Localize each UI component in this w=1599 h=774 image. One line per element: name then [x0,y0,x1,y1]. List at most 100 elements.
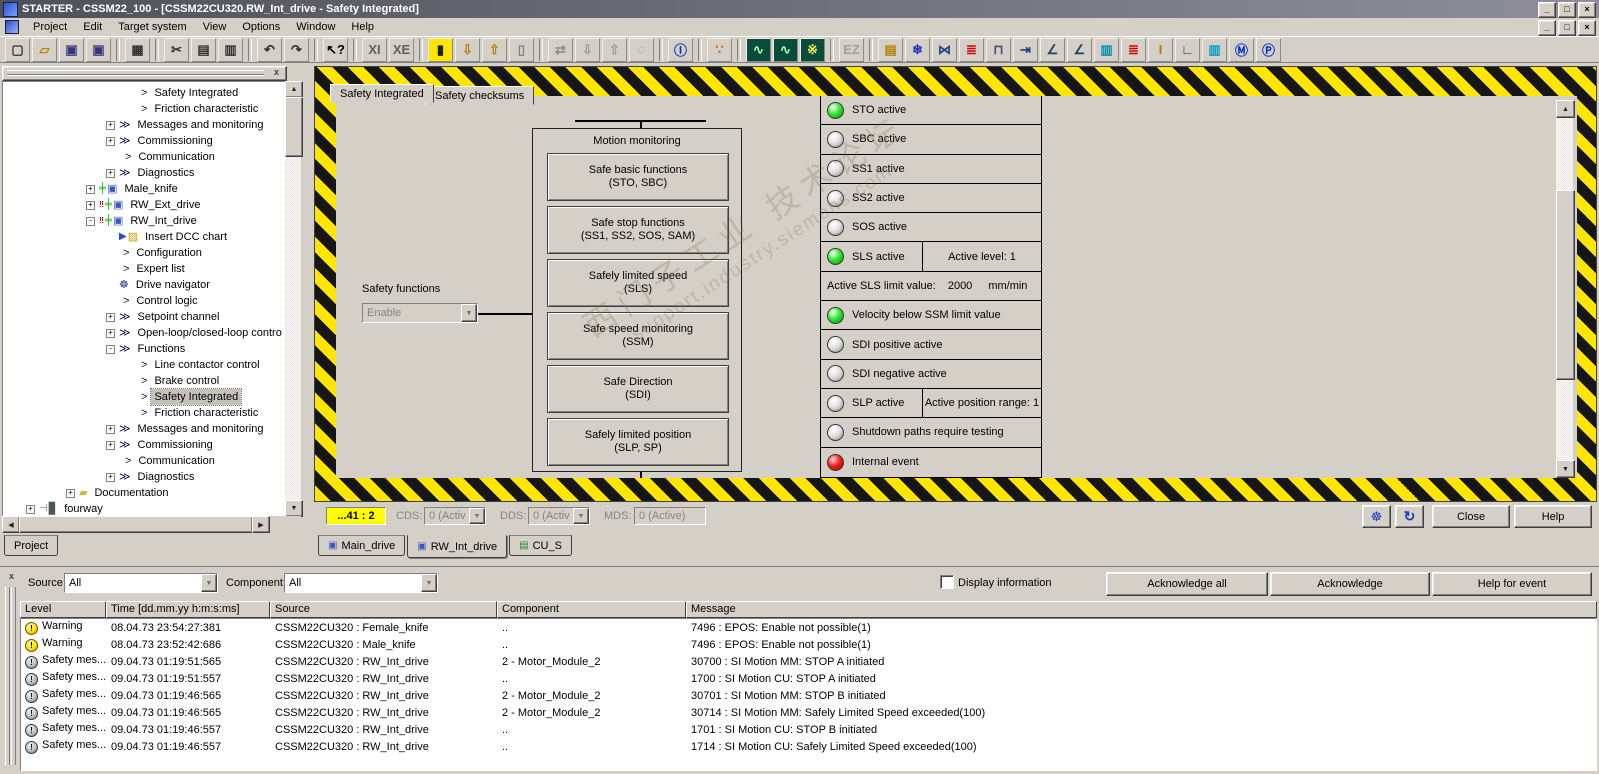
tree-item-label[interactable]: Male_knife [122,181,181,197]
tree-item[interactable]: + ╪ ▣ Male_knife [3,181,286,197]
tree-item[interactable]: > Brake control [3,373,286,389]
tree-item-label[interactable]: RW_Ext_drive [127,197,203,213]
tree-item-label[interactable]: Commissioning [135,437,216,453]
toolbar-button[interactable]: ◌ [629,37,654,62]
mdi-doc-tab[interactable]: ▣ RW_Int_drive [407,535,508,558]
tree-item-label[interactable]: Functions [135,341,189,357]
tree-item-label[interactable]: RW_Int_drive [127,213,199,229]
tree-item[interactable]: + ≫ Commissioning [3,437,286,453]
toolbar-button[interactable]: ▱ [32,37,57,62]
panel-vscroll-thumb[interactable] [1556,190,1575,380]
tree-item-label[interactable]: Communication [135,149,217,165]
toolbar-button[interactable]: Ⓜ [1229,37,1254,62]
toolbar-button[interactable]: ▥ [1202,37,1227,62]
toolbar-button[interactable]: ▯ [509,37,534,62]
tree-expander[interactable]: + [66,488,75,498]
alarm-row[interactable]: ! Safety mes... 09.04.73 01:19:46:565 CSS… [21,704,1596,721]
tree-item-label[interactable]: Drive navigator [133,277,213,293]
tree-expander[interactable]: + [106,312,115,322]
tab-safety-checksums[interactable]: Safety checksums [425,86,535,105]
tree-vscroll-thumb[interactable] [285,97,303,157]
toolbar-button[interactable]: ≣ [959,37,984,62]
tree-scroll-up-icon[interactable]: ▲ [285,81,303,98]
chevron-down-icon[interactable]: ▼ [461,304,477,322]
toolbar-button[interactable] [698,38,702,61]
display-information-checkbox[interactable] [940,575,954,589]
tree-item[interactable]: + ▰ Documentation [3,485,286,501]
cds-select[interactable]: 0 (Activ ▼ [424,507,486,525]
alarm-row[interactable]: ! Safety mes... 09.04.73 01:19:46:565 CSS… [21,687,1596,704]
tree-item[interactable]: > Configuration [3,245,286,261]
tree-item[interactable]: > Communication [3,453,286,469]
tree-item[interactable]: ☸ Drive navigator [3,277,286,293]
tree-expander[interactable]: + [86,200,95,210]
tree-item-label[interactable]: Messages and monitoring [135,421,267,437]
mdi-child-icon[interactable] [5,20,19,34]
tree-item-label[interactable]: Open-loop/closed-loop contro [135,325,285,341]
tree-item[interactable]: > Safety Integrated [3,388,286,406]
tree-item-label[interactable]: Control logic [133,293,200,309]
tree-item[interactable]: ▶ ▨ Insert DCC chart [3,229,286,245]
title-bar[interactable]: STARTER - CSSM22_100 - [CSSM22CU320.RW_I… [0,0,1599,18]
mdi-close-button[interactable]: × [1578,20,1596,36]
tree-item[interactable]: - ‼ ╪ ▣ RW_Int_drive [3,213,286,229]
tree-item-label[interactable]: Messages and monitoring [135,117,267,133]
tree-expander[interactable]: + [26,504,35,514]
tree-panel-header[interactable]: x [2,66,287,81]
dds-select[interactable]: 0 (Activ ▼ [528,507,590,525]
panel-scroll-down-icon[interactable]: ▼ [1556,460,1575,478]
tree-item-label[interactable]: Friction characteristic [151,405,261,421]
safety-function-button[interactable]: Safe basic functions (STO, SBC) [547,153,729,201]
tree-expander[interactable]: + [106,136,115,146]
toolbar-button[interactable]: ∵ [707,37,732,62]
toolbar-button[interactable]: ⇩ [455,37,480,62]
tree-scroll-left-icon[interactable]: ◀ [2,516,20,533]
tree-item[interactable]: + ≫ Diagnostics [3,165,286,181]
toolbar-button[interactable]: ※ [800,37,825,62]
tree-item[interactable]: > Friction characteristic [3,405,286,421]
toolbar-button[interactable]: ❄ [905,37,930,62]
mdi-minimize-button[interactable]: _ [1538,20,1556,36]
toolbar-button[interactable]: ∠ [1040,37,1065,62]
alarm-row[interactable]: ! Safety mes... 09.04.73 01:19:46:557 CSS… [21,721,1596,738]
tree-item-label[interactable]: Commissioning [135,133,216,149]
toolbar-button[interactable] [248,38,252,61]
chevron-down-icon[interactable]: ▼ [573,508,589,524]
alarm-row[interactable]: ! Warning 08.04.73 23:54:27:381 CSSM22CU3… [21,619,1596,636]
tree-expander[interactable]: + [106,472,115,482]
chevron-down-icon[interactable]: ▼ [421,574,437,592]
close-window-button[interactable]: × [1578,2,1596,18]
tree-item[interactable]: > Safety Integrated [3,85,286,101]
tree-expander[interactable]: + [106,120,115,130]
minimize-button[interactable]: _ [1538,2,1556,18]
safety-functions-select[interactable]: Enable ▼ [362,303,478,323]
settings-gear-button[interactable]: ☸ [1362,505,1391,528]
tree-item[interactable]: > Friction characteristic [3,101,286,117]
toolbar-button[interactable]: ▮ [428,37,453,62]
toolbar-button[interactable]: ↷ [284,37,309,62]
tree-panel-grip[interactable] [7,75,264,80]
toolbar-button[interactable]: ⇥ [1013,37,1038,62]
menu-item[interactable]: Options [234,19,288,35]
alarm-panel-grip[interactable] [5,587,10,765]
tree-expander[interactable]: - [106,344,115,354]
alarm-row[interactable]: ! Safety mes... 09.04.73 01:19:51:557 CSS… [21,670,1596,687]
tree-scroll-right-icon[interactable]: ▶ [252,516,270,533]
alarm-row[interactable]: ! Safety mes... 09.04.73 01:19:46:557 CSS… [21,738,1596,755]
toolbar-button[interactable]: ⋈ [932,37,957,62]
menu-item[interactable]: Window [288,19,343,35]
tree-expander[interactable]: + [86,184,95,194]
toolbar-button[interactable]: ∿ [773,37,798,62]
toolbar-button[interactable] [737,38,741,61]
tree-hscroll-thumb[interactable] [19,516,253,533]
acknowledge-all-button[interactable]: Acknowledge all [1106,572,1268,596]
help-button[interactable]: Help [1514,505,1592,528]
tree-item[interactable]: > Control logic [3,293,286,309]
toolbar-button[interactable]: ⇧ [482,37,507,62]
menu-item[interactable]: Project [25,19,75,35]
toolbar-button[interactable] [353,38,357,61]
tree-item-label[interactable]: Documentation [91,485,171,501]
toolbar-button[interactable] [659,38,663,61]
source-filter-select[interactable]: All ▼ [64,573,218,593]
component-filter-select[interactable]: All ▼ [284,573,438,593]
